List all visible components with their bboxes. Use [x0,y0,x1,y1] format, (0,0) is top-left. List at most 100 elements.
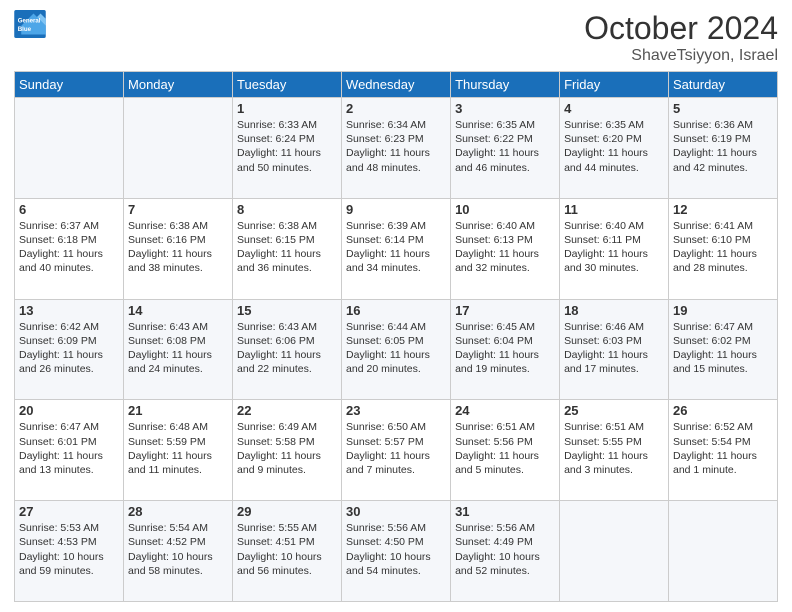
calendar-cell: 25Sunrise: 6:51 AM Sunset: 5:55 PM Dayli… [560,400,669,501]
calendar-cell: 1 Sunrise: 6:33 AM Sunset: 6:24 PM Daylig… [233,98,342,199]
day-info: Sunrise: 6:40 AM Sunset: 6:11 PM Dayligh… [564,219,664,276]
calendar-cell: 5 Sunrise: 6:36 AM Sunset: 6:19 PM Daylig… [669,98,778,199]
calendar-week-row: 27 Sunrise: 5:53 AM Sunset: 4:53 PM Dayli… [15,501,778,602]
weekday-header: Friday [560,72,669,98]
calendar-cell: 21 Sunrise: 6:48 AM Sunset: 5:59 PM Dayli… [124,400,233,501]
day-info: Sunrise: 6:46 AM Sunset: 6:03 PM Dayligh… [564,320,664,377]
calendar-cell: 3 Sunrise: 6:35 AM Sunset: 6:22 PM Daylig… [451,98,560,199]
day-number: 18 [564,303,664,318]
calendar-cell: 16 Sunrise: 6:44 AM Sunset: 6:05 PM Dayli… [342,299,451,400]
day-info: Sunrise: 6:35 AM Sunset: 6:22 PM Dayligh… [455,118,555,175]
calendar-week-row: 13Sunrise: 6:42 AM Sunset: 6:09 PM Dayli… [15,299,778,400]
day-number: 8 [237,202,337,217]
calendar-week-row: 20 Sunrise: 6:47 AM Sunset: 6:01 PM Dayli… [15,400,778,501]
day-info: Sunrise: 6:47 AM Sunset: 6:01 PM Dayligh… [19,420,119,477]
day-number: 27 [19,504,119,519]
day-info: Sunrise: 6:33 AM Sunset: 6:24 PM Dayligh… [237,118,337,175]
day-number: 3 [455,101,555,116]
day-number: 1 [237,101,337,116]
calendar-cell [669,501,778,602]
day-number: 10 [455,202,555,217]
day-number: 14 [128,303,228,318]
calendar-cell: 19 Sunrise: 6:47 AM Sunset: 6:02 PM Dayli… [669,299,778,400]
weekday-header: Wednesday [342,72,451,98]
day-info: Sunrise: 5:56 AM Sunset: 4:49 PM Dayligh… [455,521,555,578]
calendar-cell: 8 Sunrise: 6:38 AM Sunset: 6:15 PM Daylig… [233,198,342,299]
logo: General Blue [14,10,46,38]
day-info: Sunrise: 5:56 AM Sunset: 4:50 PM Dayligh… [346,521,446,578]
calendar-cell: 15 Sunrise: 6:43 AM Sunset: 6:06 PM Dayli… [233,299,342,400]
day-info: Sunrise: 6:47 AM Sunset: 6:02 PM Dayligh… [673,320,773,377]
page-header: General Blue October 2024 ShaveTsiyyon, … [14,10,778,65]
day-number: 5 [673,101,773,116]
day-info: Sunrise: 6:36 AM Sunset: 6:19 PM Dayligh… [673,118,773,175]
day-info: Sunrise: 6:45 AM Sunset: 6:04 PM Dayligh… [455,320,555,377]
weekday-header: Tuesday [233,72,342,98]
day-info: Sunrise: 6:52 AM Sunset: 5:54 PM Dayligh… [673,420,773,477]
calendar-cell: 27 Sunrise: 5:53 AM Sunset: 4:53 PM Dayli… [15,501,124,602]
calendar-cell: 29 Sunrise: 5:55 AM Sunset: 4:51 PM Dayli… [233,501,342,602]
day-number: 26 [673,403,773,418]
calendar-cell: 20 Sunrise: 6:47 AM Sunset: 6:01 PM Dayli… [15,400,124,501]
calendar-cell: 17 Sunrise: 6:45 AM Sunset: 6:04 PM Dayli… [451,299,560,400]
day-info: Sunrise: 6:37 AM Sunset: 6:18 PM Dayligh… [19,219,119,276]
day-number: 21 [128,403,228,418]
calendar-cell: 2Sunrise: 6:34 AM Sunset: 6:23 PM Daylig… [342,98,451,199]
calendar-cell: 13Sunrise: 6:42 AM Sunset: 6:09 PM Dayli… [15,299,124,400]
day-info: Sunrise: 6:38 AM Sunset: 6:15 PM Dayligh… [237,219,337,276]
day-number: 19 [673,303,773,318]
calendar-cell: 31 Sunrise: 5:56 AM Sunset: 4:49 PM Dayli… [451,501,560,602]
day-info: Sunrise: 6:51 AM Sunset: 5:56 PM Dayligh… [455,420,555,477]
calendar-cell [124,98,233,199]
day-number: 7 [128,202,228,217]
day-info: Sunrise: 6:35 AM Sunset: 6:20 PM Dayligh… [564,118,664,175]
calendar-cell: 9Sunrise: 6:39 AM Sunset: 6:14 PM Daylig… [342,198,451,299]
calendar-table: SundayMondayTuesdayWednesdayThursdayFrid… [14,71,778,602]
weekday-header: Thursday [451,72,560,98]
svg-text:Blue: Blue [18,26,32,33]
day-info: Sunrise: 6:44 AM Sunset: 6:05 PM Dayligh… [346,320,446,377]
weekday-header-row: SundayMondayTuesdayWednesdayThursdayFrid… [15,72,778,98]
day-info: Sunrise: 6:43 AM Sunset: 6:08 PM Dayligh… [128,320,228,377]
day-number: 30 [346,504,446,519]
calendar-cell: 24Sunrise: 6:51 AM Sunset: 5:56 PM Dayli… [451,400,560,501]
day-number: 28 [128,504,228,519]
day-info: Sunrise: 6:49 AM Sunset: 5:58 PM Dayligh… [237,420,337,477]
weekday-header: Saturday [669,72,778,98]
calendar-week-row: 1 Sunrise: 6:33 AM Sunset: 6:24 PM Daylig… [15,98,778,199]
calendar-week-row: 6Sunrise: 6:37 AM Sunset: 6:18 PM Daylig… [15,198,778,299]
day-info: Sunrise: 5:53 AM Sunset: 4:53 PM Dayligh… [19,521,119,578]
day-info: Sunrise: 5:55 AM Sunset: 4:51 PM Dayligh… [237,521,337,578]
day-info: Sunrise: 6:50 AM Sunset: 5:57 PM Dayligh… [346,420,446,477]
day-number: 16 [346,303,446,318]
day-info: Sunrise: 6:34 AM Sunset: 6:23 PM Dayligh… [346,118,446,175]
day-number: 31 [455,504,555,519]
calendar-cell: 14 Sunrise: 6:43 AM Sunset: 6:08 PM Dayli… [124,299,233,400]
day-number: 22 [237,403,337,418]
day-number: 17 [455,303,555,318]
month-title: October 2024 [584,10,778,47]
calendar-cell [15,98,124,199]
day-number: 11 [564,202,664,217]
calendar-cell: 12 Sunrise: 6:41 AM Sunset: 6:10 PM Dayli… [669,198,778,299]
svg-text:General: General [18,17,41,24]
day-info: Sunrise: 6:41 AM Sunset: 6:10 PM Dayligh… [673,219,773,276]
day-number: 29 [237,504,337,519]
day-info: Sunrise: 6:43 AM Sunset: 6:06 PM Dayligh… [237,320,337,377]
day-number: 23 [346,403,446,418]
day-number: 4 [564,101,664,116]
calendar-cell: 23 Sunrise: 6:50 AM Sunset: 5:57 PM Dayli… [342,400,451,501]
location-title: ShaveTsiyyon, Israel [584,47,778,65]
calendar-cell: 11 Sunrise: 6:40 AM Sunset: 6:11 PM Dayli… [560,198,669,299]
day-number: 20 [19,403,119,418]
day-info: Sunrise: 6:48 AM Sunset: 5:59 PM Dayligh… [128,420,228,477]
day-info: Sunrise: 5:54 AM Sunset: 4:52 PM Dayligh… [128,521,228,578]
day-number: 25 [564,403,664,418]
calendar-cell: 4 Sunrise: 6:35 AM Sunset: 6:20 PM Daylig… [560,98,669,199]
day-number: 15 [237,303,337,318]
day-number: 9 [346,202,446,217]
title-area: October 2024 ShaveTsiyyon, Israel [584,10,778,65]
calendar-cell: 10Sunrise: 6:40 AM Sunset: 6:13 PM Dayli… [451,198,560,299]
logo-icon: General Blue [14,10,46,38]
day-number: 12 [673,202,773,217]
